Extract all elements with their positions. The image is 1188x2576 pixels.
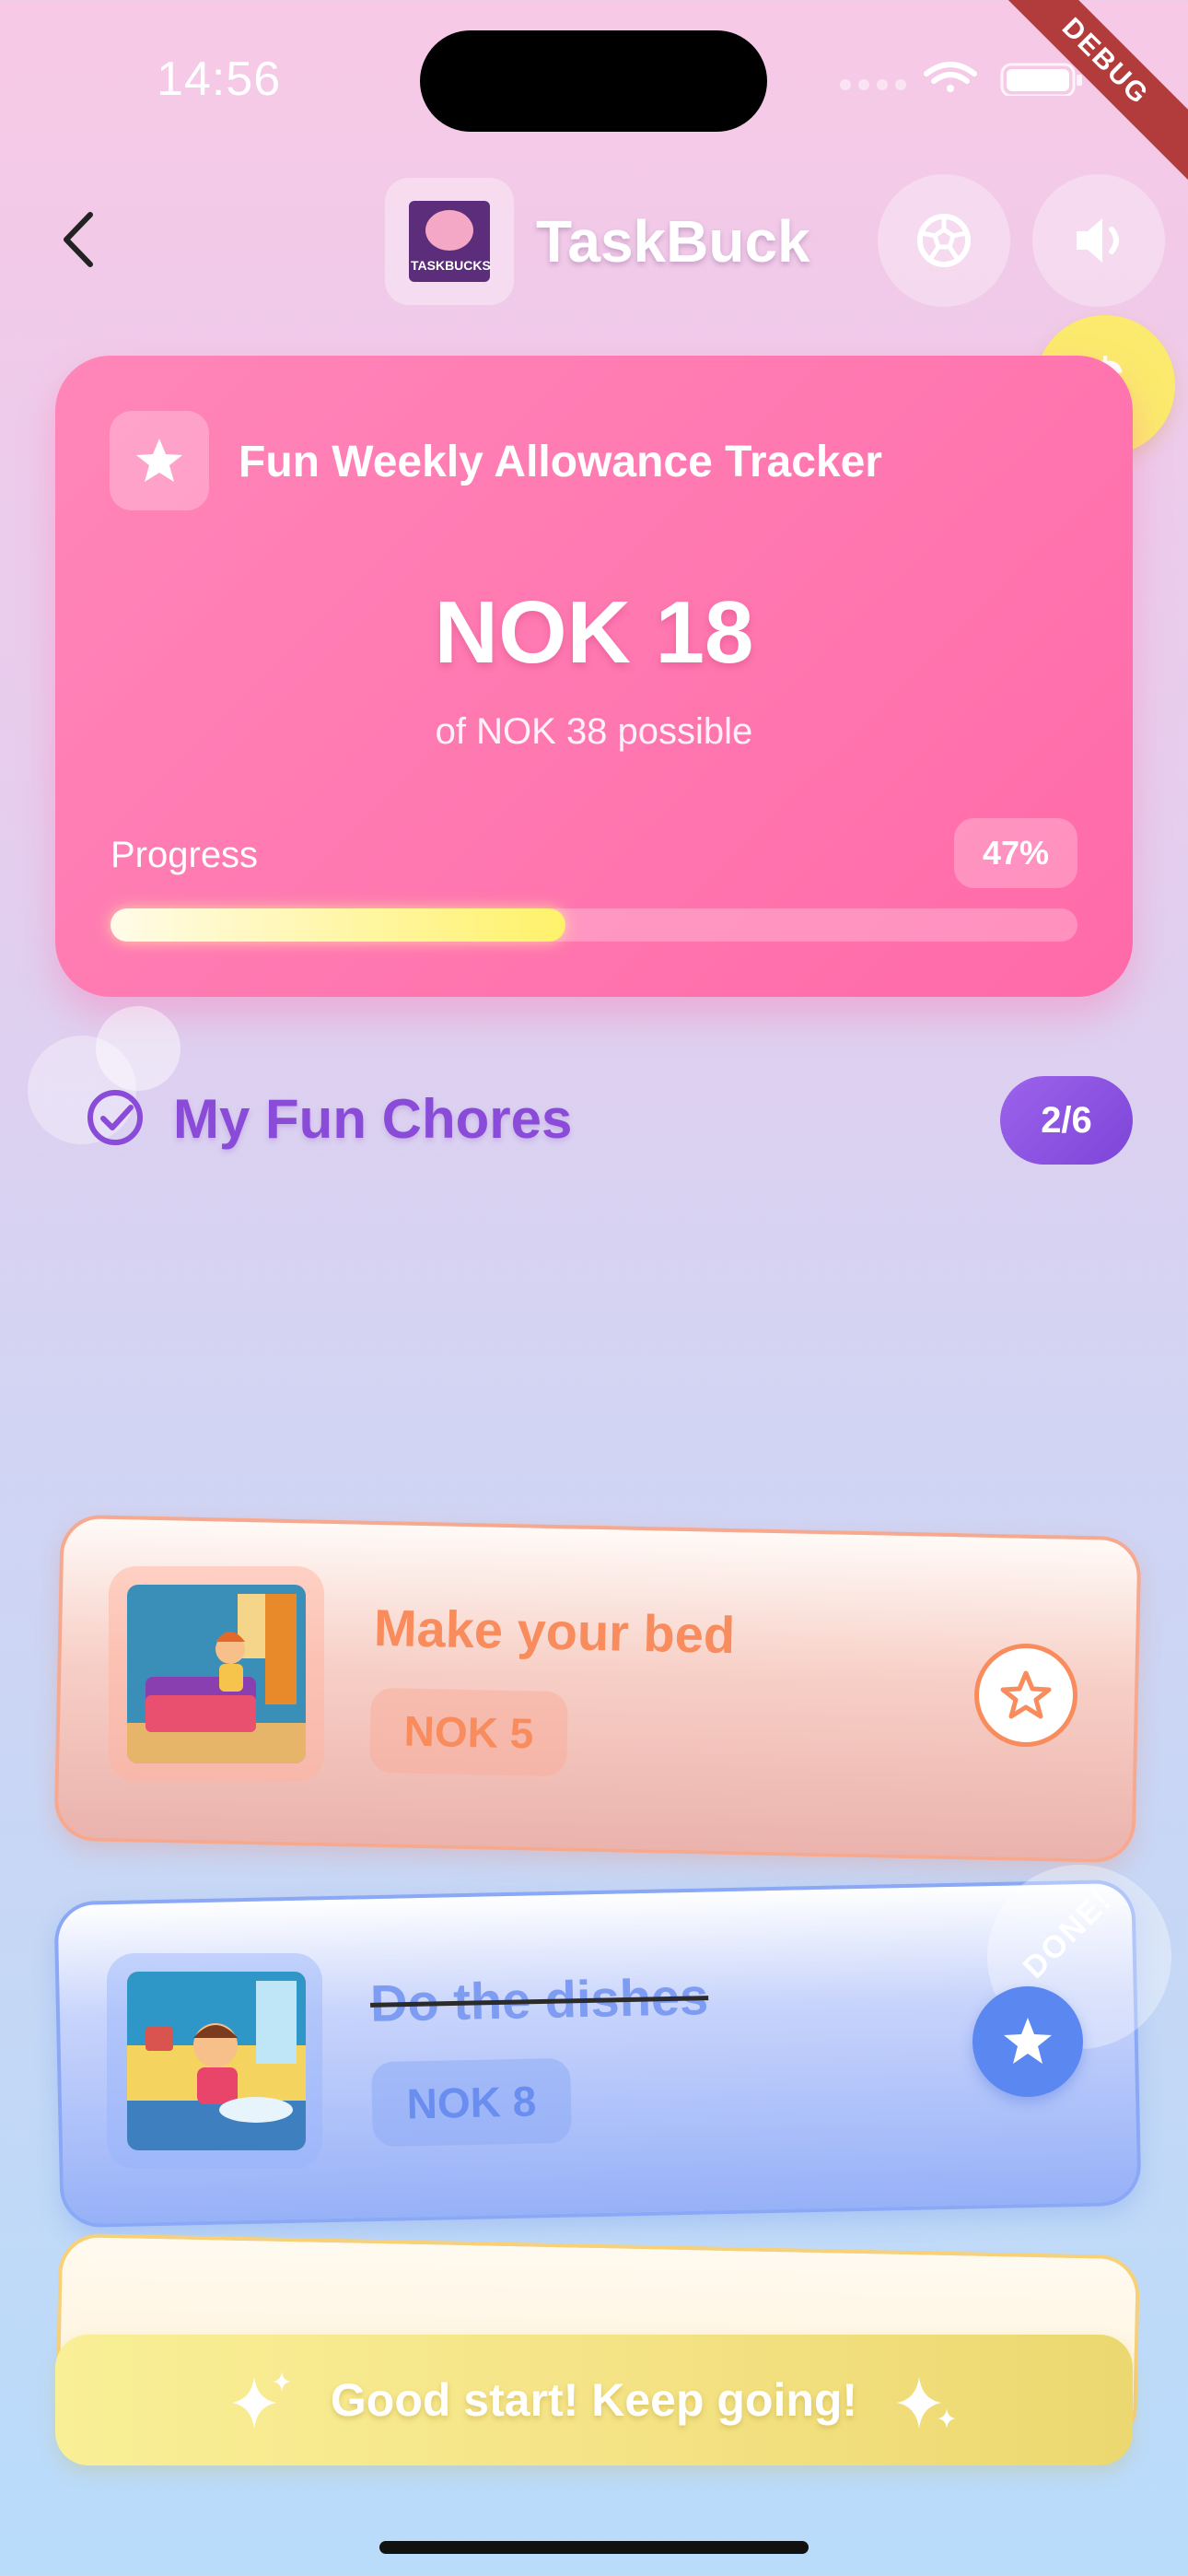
signal-dots-icon (840, 79, 906, 90)
home-indicator[interactable] (379, 2541, 809, 2554)
app-title: TaskBuck (536, 208, 810, 275)
check-circle-icon (87, 1090, 143, 1145)
sparkle-icon (897, 2377, 956, 2429)
wifi-icon (924, 62, 977, 92)
status-time: 14:56 (157, 53, 282, 106)
sound-button[interactable] (1032, 174, 1165, 307)
battery-icon (1000, 63, 1082, 96)
progress-percent: 47% (954, 818, 1077, 888)
decor-bubble (96, 1006, 181, 1091)
chores-section-title: My Fun Chores (173, 1088, 573, 1150)
piggy-icon (425, 210, 473, 251)
chore-title: Make your bed (373, 1598, 736, 1665)
chore-price: NOK 5 (369, 1687, 568, 1777)
soccer-ball-icon (917, 214, 971, 267)
speaker-icon (1077, 218, 1119, 263)
bed-illustration (127, 1585, 306, 1763)
progress-label: Progress (111, 835, 259, 875)
star-outline-icon (1000, 1670, 1052, 1719)
chevron-left-icon[interactable] (55, 207, 101, 272)
progress-fill (111, 908, 565, 942)
dishes-illustration (127, 1972, 306, 2150)
status-icons (840, 62, 1082, 96)
complete-chore-button[interactable] (974, 1644, 1077, 1747)
chore-title: Do the dishes (369, 1967, 709, 2032)
dynamic-island (420, 30, 767, 132)
card-title: Fun Weekly Allowance Tracker (239, 438, 882, 486)
logo-text: TASKBUCKS (411, 258, 491, 273)
chore-price: NOK 8 (371, 2057, 572, 2148)
debug-banner: DEBUG (970, 0, 1188, 197)
possible-amount: of NOK 38 possible (435, 711, 753, 752)
completed-chore-button[interactable] (973, 1986, 1083, 2097)
chores-count-badge: 2/6 (1000, 1076, 1133, 1165)
star-icon (136, 439, 182, 482)
encouragement-text: Good start! Keep going! (330, 2374, 858, 2426)
star-filled-icon (1004, 2018, 1052, 2064)
star-tile (110, 411, 209, 510)
soccer-ball-button[interactable] (878, 174, 1010, 307)
earned-amount: NOK 18 (434, 583, 754, 682)
